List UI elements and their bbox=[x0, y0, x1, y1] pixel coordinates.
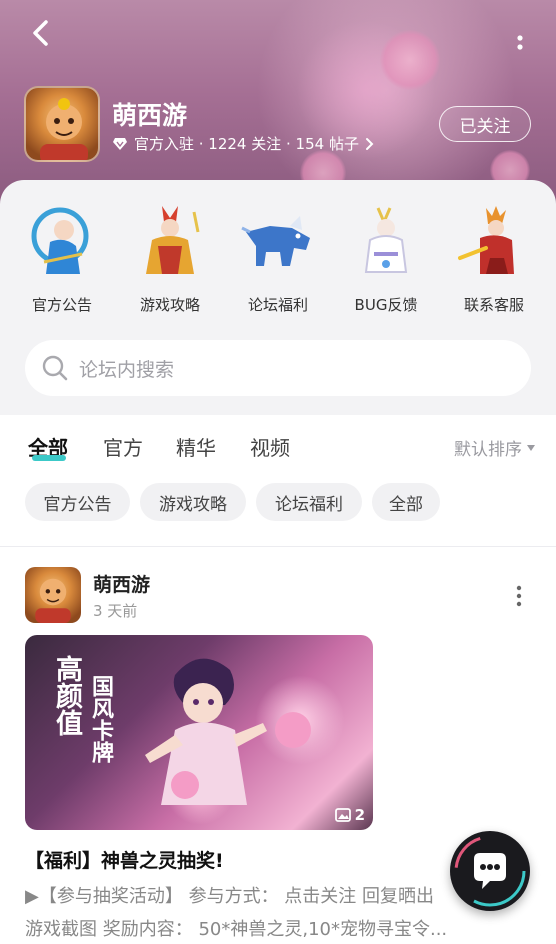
white-fox-spirit-icon bbox=[348, 202, 424, 278]
post-title[interactable]: 【福利】神兽之灵抽奖! bbox=[25, 846, 224, 873]
chat-bubble-icon bbox=[454, 835, 526, 907]
red-fire-warrior-icon bbox=[456, 202, 532, 278]
image-stack-icon bbox=[334, 808, 351, 822]
monkey-king-icon bbox=[35, 578, 71, 623]
active-tab-indicator bbox=[32, 455, 66, 461]
shortcut-official-notice[interactable]: 官方公告 bbox=[8, 202, 116, 315]
sort-label: 默认排序 bbox=[454, 440, 522, 460]
forum-search-bar[interactable]: 论坛内搜索 bbox=[25, 340, 531, 396]
tab-featured[interactable]: 精华 bbox=[176, 432, 216, 461]
caret-down-icon bbox=[527, 444, 535, 451]
post-author-avatar[interactable] bbox=[25, 567, 81, 623]
post-timestamp: 3 天前 bbox=[93, 602, 138, 620]
tab-video[interactable]: 视频 bbox=[250, 432, 290, 461]
app-meta[interactable]: 官方入驻 · 1224 关注 · 154 帖子 bbox=[112, 133, 375, 154]
shortcut-label: 游戏攻略 bbox=[139, 296, 200, 314]
image-caption-guofeng-card: 国风卡牌 bbox=[88, 675, 114, 763]
chip-all[interactable]: 全部 bbox=[372, 483, 440, 521]
golden-warrior-icon bbox=[132, 202, 208, 278]
diamond-verified-icon bbox=[113, 137, 127, 150]
app-name: 萌西游 bbox=[112, 101, 188, 130]
chevron-right-icon bbox=[365, 137, 374, 150]
chip-forum-benefits[interactable]: 论坛福利 bbox=[256, 483, 362, 521]
monkey-king-icon bbox=[40, 98, 88, 160]
app-avatar[interactable] bbox=[24, 86, 100, 162]
chat-floating-button[interactable] bbox=[450, 831, 530, 911]
shortcut-label: 论坛福利 bbox=[247, 296, 308, 314]
shortcut-bug-report[interactable]: BUG反馈 bbox=[332, 202, 440, 315]
back-button[interactable] bbox=[22, 14, 62, 54]
chip-game-guide[interactable]: 游戏攻略 bbox=[140, 483, 246, 521]
more-menu-button[interactable] bbox=[508, 14, 532, 54]
section-divider bbox=[0, 546, 556, 547]
shortcut-label: BUG反馈 bbox=[354, 296, 418, 314]
shortcut-customer-service[interactable]: 联系客服 bbox=[440, 202, 548, 315]
shortcut-game-guide[interactable]: 游戏攻略 bbox=[116, 202, 224, 315]
post-more-button[interactable] bbox=[510, 584, 528, 608]
post-author-name[interactable]: 萌西游 bbox=[93, 570, 150, 597]
image-count-badge: 2 bbox=[334, 806, 365, 824]
rose-decoration bbox=[380, 30, 440, 90]
chip-official-notice[interactable]: 官方公告 bbox=[25, 483, 130, 521]
vertical-dots-icon bbox=[516, 585, 522, 607]
post-filter-panel: 全部 官方 精华 视频 默认排序 官方公告 游戏攻略 论坛福利 全部 bbox=[0, 415, 556, 545]
search-placeholder: 论坛内搜索 bbox=[79, 358, 175, 381]
tab-official[interactable]: 官方 bbox=[103, 432, 143, 461]
image-count: 2 bbox=[354, 806, 365, 824]
forum-header: 萌西游 官方入驻 · 1224 关注 · 154 帖子 已关注 bbox=[0, 0, 556, 210]
search-icon bbox=[42, 355, 68, 381]
chevron-left-icon bbox=[33, 20, 48, 46]
shortcut-forum-benefits[interactable]: 论坛福利 bbox=[224, 202, 332, 315]
shortcut-row: 官方公告 游戏攻略 论坛福利 BUG反馈 联系客服 bbox=[0, 202, 556, 315]
vertical-dots-icon bbox=[517, 35, 523, 50]
shortcut-label: 联系客服 bbox=[463, 296, 524, 314]
sort-dropdown[interactable]: 默认排序 bbox=[454, 435, 536, 460]
shortcut-label: 官方公告 bbox=[31, 296, 92, 314]
blue-beast-icon bbox=[240, 202, 316, 278]
shortcut-card: 官方公告 游戏攻略 论坛福利 BUG反馈 联系客服 论坛内搜索 bbox=[0, 180, 556, 415]
post-image[interactable]: 高颜值 国风卡牌 2 bbox=[25, 635, 373, 830]
image-caption-high-looks: 高颜值 bbox=[51, 655, 82, 736]
post-excerpt-line: 游戏截图 奖励内容： 50*神兽之灵,10*宠物寻宝令... bbox=[25, 919, 448, 940]
follow-button[interactable]: 已关注 bbox=[439, 106, 531, 142]
app-meta-text: 官方入驻 · 1224 关注 · 154 帖子 bbox=[134, 135, 359, 153]
blue-robed-hero-icon bbox=[24, 202, 100, 278]
